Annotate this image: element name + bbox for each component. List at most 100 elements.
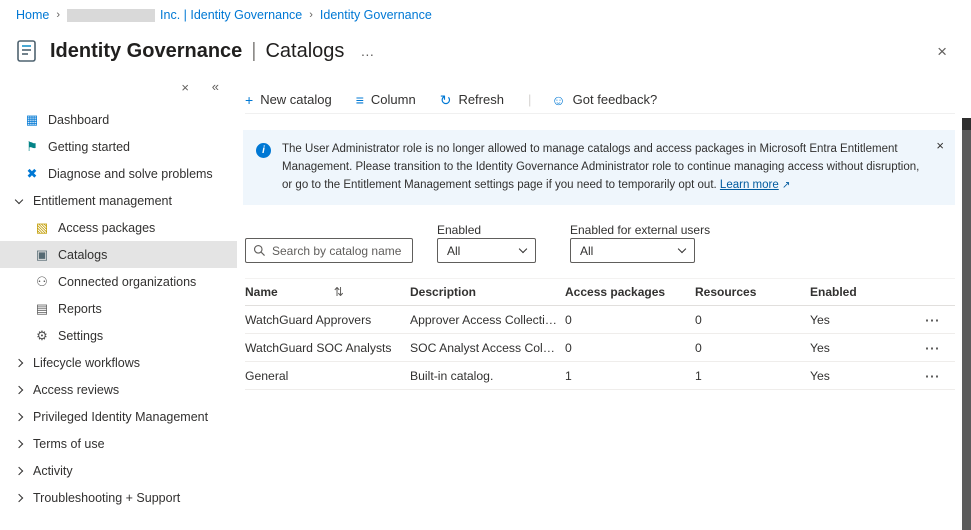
breadcrumb-org-link[interactable]: Inc. | Identity Governance <box>67 8 302 22</box>
column-header-name-label: Name <box>245 285 278 299</box>
banner-close-icon[interactable]: × <box>936 138 944 153</box>
external-users-filter-dropdown[interactable]: All <box>570 238 695 263</box>
cell-name: WatchGuard Approvers <box>245 313 410 327</box>
sidebar-item-label: Getting started <box>48 140 130 154</box>
sidebar-item-label: Privileged Identity Management <box>33 410 208 424</box>
sidebar-item-label: Settings <box>58 329 103 343</box>
sidebar-item-catalogs[interactable]: ▣ Catalogs <box>0 241 237 268</box>
row-more-icon[interactable]: ⋯ <box>910 311 955 329</box>
info-icon: i <box>256 143 271 158</box>
catalogs-table: Name ⇅ Description Access packages Resou… <box>245 278 955 390</box>
sidebar-item-getting-started[interactable]: ⚑ Getting started <box>0 133 237 160</box>
identity-governance-icon <box>14 38 40 64</box>
sidebar-item-label: Catalogs <box>58 248 107 262</box>
cell-access-packages: 1 <box>565 369 695 383</box>
enabled-filter-label: Enabled <box>437 223 481 237</box>
table-row[interactable]: WatchGuard Approvers Approver Access Col… <box>245 306 955 334</box>
column-header-name[interactable]: Name ⇅ <box>245 285 410 299</box>
chevron-right-icon <box>15 385 23 393</box>
sidebar-item-settings[interactable]: ⚙ Settings <box>0 322 237 349</box>
chevron-down-icon <box>678 245 686 253</box>
external-users-filter-label: Enabled for external users <box>570 223 710 237</box>
breadcrumb: Home › Inc. | Identity Governance › Iden… <box>0 0 971 30</box>
cell-enabled: Yes <box>810 369 910 383</box>
diagnose-tools-icon: ✖ <box>24 166 40 182</box>
chevron-right-icon <box>15 493 23 501</box>
info-banner: i The User Administrator role is no long… <box>243 130 955 205</box>
sidebar-item-troubleshooting-support[interactable]: Troubleshooting + Support <box>0 484 237 511</box>
sidebar-item-diagnose[interactable]: ✖ Diagnose and solve problems <box>0 160 237 187</box>
sidebar-item-label: Access reviews <box>33 383 119 397</box>
search-input[interactable] <box>272 244 405 258</box>
external-users-filter-value: All <box>580 244 593 258</box>
column-header-description[interactable]: Description <box>410 285 565 299</box>
plus-icon: + <box>245 93 253 107</box>
column-header-resources[interactable]: Resources <box>695 285 810 299</box>
enabled-filter-dropdown[interactable]: All <box>437 238 536 263</box>
sidebar-item-label: Troubleshooting + Support <box>33 491 180 505</box>
table-row[interactable]: General Built-in catalog. 1 1 Yes ⋯ <box>245 362 955 390</box>
feedback-button[interactable]: ☺ Got feedback? <box>551 92 657 107</box>
sidebar-item-label: Entitlement management <box>33 194 172 208</box>
table-header-row: Name ⇅ Description Access packages Resou… <box>245 278 955 306</box>
sidebar-dismiss-icon[interactable]: × <box>181 80 189 95</box>
redacted-org-name <box>67 9 155 22</box>
learn-more-link[interactable]: Learn more <box>720 179 779 191</box>
sidebar-item-label: Dashboard <box>48 113 109 127</box>
cell-resources: 0 <box>695 341 810 355</box>
main-content: + New catalog ≡ Column ↻ Refresh | ☺ Got… <box>237 72 955 530</box>
breadcrumb-home-link[interactable]: Home <box>16 8 49 22</box>
sidebar-item-privileged-identity-management[interactable]: Privileged Identity Management <box>0 403 237 430</box>
search-icon <box>253 244 266 257</box>
sidebar-item-lifecycle-workflows[interactable]: Lifecycle workflows <box>0 349 237 376</box>
catalogs-icon: ▣ <box>34 247 50 263</box>
column-header-access-packages[interactable]: Access packages <box>565 285 695 299</box>
chevron-down-icon <box>519 245 527 253</box>
sidebar-item-access-reviews[interactable]: Access reviews <box>0 376 237 403</box>
cell-enabled: Yes <box>810 313 910 327</box>
cell-resources: 0 <box>695 313 810 327</box>
banner-message: The User Administrator role is no longer… <box>282 143 919 191</box>
cell-description: Approver Access Collection <box>410 313 565 327</box>
breadcrumb-current-link[interactable]: Identity Governance <box>320 8 432 22</box>
sidebar-item-label: Connected organizations <box>58 275 196 289</box>
row-more-icon[interactable]: ⋯ <box>910 339 955 357</box>
sidebar-item-label: Activity <box>33 464 73 478</box>
chevron-right-icon <box>15 466 23 474</box>
vertical-scrollbar[interactable] <box>962 118 971 530</box>
column-label: Column <box>371 92 416 107</box>
external-link-icon: ↗ <box>782 180 790 191</box>
smiley-icon: ☺ <box>551 93 565 107</box>
sidebar-item-connected-organizations[interactable]: ⚇ Connected organizations <box>0 268 237 295</box>
chevron-down-icon <box>15 195 23 203</box>
cell-description: SOC Analyst Access Collection <box>410 341 565 355</box>
sidebar-item-entitlement-management[interactable]: Entitlement management <box>0 187 237 214</box>
sidebar-item-terms-of-use[interactable]: Terms of use <box>0 430 237 457</box>
sidebar-collapse-icon[interactable]: « <box>212 79 219 94</box>
sidebar-item-dashboard[interactable]: ▦ Dashboard <box>0 106 237 133</box>
new-catalog-button[interactable]: + New catalog <box>245 92 332 107</box>
column-header-enabled[interactable]: Enabled <box>810 285 910 299</box>
page-header: Identity Governance|Catalogs … × <box>0 30 971 72</box>
close-blade-icon[interactable]: × <box>937 43 947 60</box>
refresh-button[interactable]: ↻ Refresh <box>440 92 504 107</box>
row-more-icon[interactable]: ⋯ <box>910 367 955 385</box>
chevron-right-icon <box>15 439 23 447</box>
sidebar-item-activity[interactable]: Activity <box>0 457 237 484</box>
breadcrumb-org-label: Inc. | Identity Governance <box>160 8 302 22</box>
connected-organizations-icon: ⚇ <box>34 274 50 290</box>
column-button[interactable]: ≡ Column <box>356 92 416 107</box>
sort-icon[interactable]: ⇅ <box>334 285 344 299</box>
sidebar-item-reports[interactable]: ▤ Reports <box>0 295 237 322</box>
cell-description: Built-in catalog. <box>410 369 565 383</box>
page-title-sub: Catalogs <box>265 40 344 62</box>
columns-icon: ≡ <box>356 93 364 107</box>
sidebar-item-label: Terms of use <box>33 437 105 451</box>
feedback-label: Got feedback? <box>573 92 658 107</box>
more-menu-button[interactable]: … <box>360 43 376 59</box>
catalog-search-box <box>245 238 413 263</box>
sidebar-item-access-packages[interactable]: ▧ Access packages <box>0 214 237 241</box>
new-catalog-label: New catalog <box>260 92 332 107</box>
table-row[interactable]: WatchGuard SOC Analysts SOC Analyst Acce… <box>245 334 955 362</box>
cell-name: WatchGuard SOC Analysts <box>245 341 410 355</box>
